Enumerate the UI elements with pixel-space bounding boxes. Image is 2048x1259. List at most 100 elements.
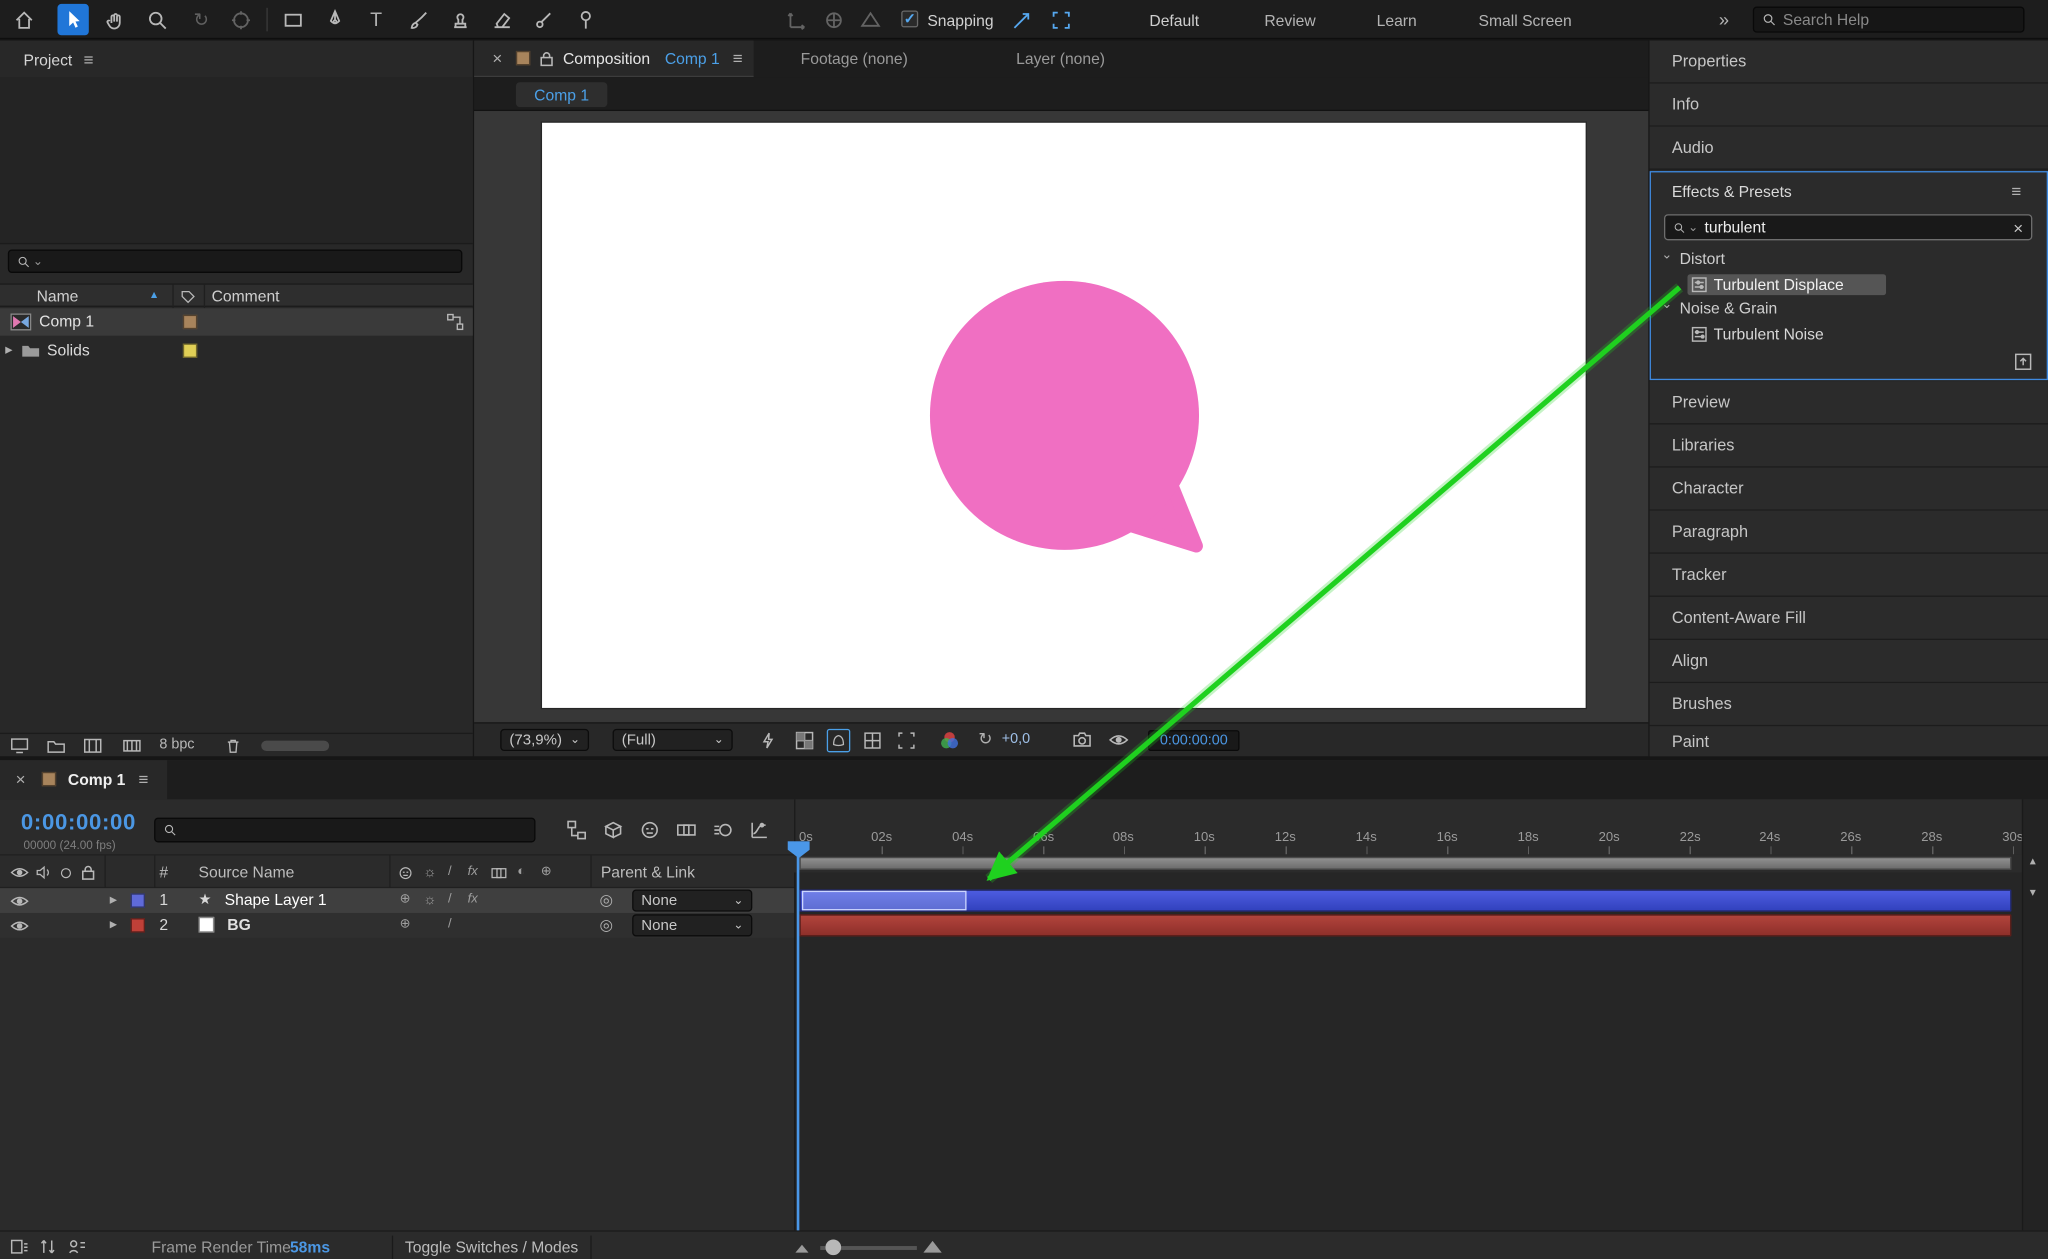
close-icon[interactable]: × <box>492 48 502 68</box>
workspace-review[interactable]: Review <box>1264 12 1315 30</box>
interpret-footage-icon[interactable] <box>10 738 29 754</box>
comp-breadcrumb-chip[interactable]: Comp 1 <box>515 82 608 108</box>
label-color-swatch[interactable] <box>182 314 198 330</box>
panel-tab-properties[interactable]: Properties <box>1649 40 2048 84</box>
exposure-offset-value[interactable]: +0,0 <box>1002 731 1030 747</box>
graph-editor-icon[interactable] <box>750 820 770 840</box>
channel-color-wheel-icon[interactable] <box>939 730 960 751</box>
panel-tab-paragraph[interactable]: Paragraph <box>1649 510 2048 554</box>
brush-tool[interactable] <box>402 4 433 35</box>
eraser-tool[interactable] <box>486 4 517 35</box>
toggle-switches-modes-button[interactable]: Toggle Switches / Modes <box>405 1238 578 1256</box>
color-depth-icon[interactable] <box>123 738 141 754</box>
create-panel-icon[interactable] <box>2014 353 2032 371</box>
workspace-overflow-chevrons[interactable]: » <box>1719 9 1729 30</box>
panel-tab-character[interactable]: Character <box>1649 467 2048 511</box>
new-composition-icon[interactable] <box>83 738 102 754</box>
workspace-learn[interactable]: Learn <box>1377 12 1417 30</box>
comment-column-header[interactable]: Comment <box>212 287 280 305</box>
layer-bar-bg[interactable] <box>799 914 2012 937</box>
tab-layer[interactable]: Layer (none) <box>1016 50 1105 68</box>
zoom-in-mountain-icon[interactable] <box>922 1238 943 1254</box>
camera-orbit-tool[interactable] <box>225 4 256 35</box>
panel-menu-icon[interactable]: ≡ <box>2011 182 2021 202</box>
tab-timeline-comp1[interactable]: × Comp 1 ≡ <box>0 760 168 800</box>
effects-group-distort[interactable]: Distort <box>1680 249 1725 267</box>
panel-menu-icon[interactable]: ≡ <box>138 769 148 789</box>
panel-tab-align[interactable]: Align <box>1649 639 2048 684</box>
timeline-zoom-slider-knob[interactable] <box>825 1239 842 1256</box>
layer-color-swatch[interactable] <box>130 918 145 933</box>
quality-switch[interactable]: / <box>448 917 452 931</box>
collapse-switch[interactable]: ⊕ <box>400 917 411 931</box>
parent-pickwhip-icon[interactable]: ◎ <box>600 891 614 909</box>
time-ruler[interactable]: 0s 02s 04s 06s 08s 10s 12s 14s 16s 18s 2… <box>794 799 2023 855</box>
type-tool[interactable]: T <box>360 4 391 35</box>
magnification-dropdown[interactable]: (73,9%) ⌄ <box>500 728 590 752</box>
layer-row-bg[interactable]: ▸ 2 BG ⊕ / ◎ None ⌄ <box>0 912 795 938</box>
panel-menu-icon[interactable]: ≡ <box>733 48 743 68</box>
transparency-grid-icon[interactable] <box>795 731 814 750</box>
layer-row-shape-layer[interactable]: ▸ 1 ★ Shape Layer 1 ⊕ ☼ / fx ◎ None ⌄ <box>0 888 795 913</box>
panel-tab-info[interactable]: Info <box>1649 83 2048 127</box>
clear-search-icon[interactable]: × <box>2013 217 2023 237</box>
speech-bubble-shape[interactable] <box>542 123 1586 708</box>
region-of-interest-icon[interactable] <box>897 731 915 749</box>
close-icon[interactable]: × <box>16 769 26 789</box>
guides-grid-icon[interactable] <box>863 731 881 749</box>
snap-to-features-icon[interactable] <box>1045 4 1076 35</box>
color-depth-label[interactable]: 8 bpc <box>159 737 194 753</box>
composition-canvas[interactable] <box>542 122 1586 708</box>
frame-blending-icon[interactable] <box>676 820 697 840</box>
project-panel-menu-icon[interactable]: ≡ <box>84 50 94 70</box>
view-axis-mode-icon[interactable] <box>854 4 885 35</box>
group-caret-icon[interactable]: ⌄ <box>1661 248 1672 262</box>
sun-switch[interactable]: ☼ <box>423 892 436 908</box>
expand-transfer-controls-icon[interactable] <box>39 1238 57 1255</box>
workspace-small-screen[interactable]: Small Screen <box>1479 12 1572 30</box>
parent-dropdown[interactable]: None ⌄ <box>632 914 753 937</box>
draft-3d-icon[interactable] <box>603 820 623 840</box>
layer-bar-shape-layer[interactable] <box>799 889 2012 912</box>
playhead-line[interactable] <box>796 843 800 1231</box>
name-column-header[interactable]: Name <box>37 287 79 305</box>
lock-icon[interactable] <box>539 51 553 67</box>
disclosure-caret-icon[interactable]: ▸ <box>110 891 117 908</box>
search-options-caret[interactable]: ⌄ <box>33 254 43 268</box>
expand-layer-switches-icon[interactable] <box>10 1238 28 1255</box>
panel-tab-brushes[interactable]: Brushes <box>1649 683 2048 727</box>
reset-exposure-icon[interactable]: ↻ <box>978 729 992 750</box>
label-color-swatch[interactable] <box>182 343 198 358</box>
roto-brush-tool[interactable] <box>528 4 559 35</box>
effect-item-turbulent-displace[interactable]: Turbulent Displace <box>1687 274 1887 296</box>
scroll-up-icon[interactable]: ▴ <box>2030 854 2036 868</box>
resolution-dropdown[interactable]: (Full) ⌄ <box>612 728 733 752</box>
clone-stamp-tool[interactable] <box>444 4 475 35</box>
composition-flowchart-icon[interactable] <box>567 820 587 840</box>
label-column-icon[interactable] <box>180 289 196 305</box>
panel-tab-content-aware-fill[interactable]: Content-Aware Fill <box>1649 596 2048 640</box>
panel-tab-preview[interactable]: Preview <box>1649 381 2048 425</box>
home-icon[interactable] <box>8 4 39 35</box>
project-search-input[interactable] <box>49 252 454 271</box>
fx-switch[interactable]: fx <box>468 892 478 906</box>
collapse-switch[interactable]: ⊕ <box>400 892 411 906</box>
layer-name[interactable]: Shape Layer 1 <box>225 891 327 909</box>
effect-item-turbulent-noise[interactable]: Turbulent Noise <box>1688 324 1887 345</box>
puppet-pin-tool[interactable] <box>569 4 600 35</box>
local-axis-mode-icon[interactable] <box>781 4 812 35</box>
zoom-tool[interactable] <box>141 4 172 35</box>
parent-dropdown[interactable]: None ⌄ <box>632 889 753 912</box>
workspace-default[interactable]: Default <box>1149 12 1199 30</box>
sort-ascending-icon[interactable]: ▲ <box>149 289 159 301</box>
parent-link-column-header[interactable]: Parent & Link <box>601 863 695 881</box>
quality-switch[interactable]: / <box>448 892 452 906</box>
expand-in-out-columns-icon[interactable] <box>68 1238 86 1255</box>
work-area-bar[interactable] <box>799 856 2012 870</box>
search-options-caret[interactable]: ⌄ <box>1688 220 1698 234</box>
group-caret-icon[interactable]: ⌄ <box>1661 298 1672 312</box>
hash-column-header[interactable]: # <box>159 863 168 881</box>
tab-composition[interactable]: × Composition Comp 1 ≡ <box>474 40 754 78</box>
zoom-out-mountain-icon[interactable] <box>794 1242 810 1254</box>
project-row-solids[interactable]: ▸ Solids <box>0 337 473 364</box>
